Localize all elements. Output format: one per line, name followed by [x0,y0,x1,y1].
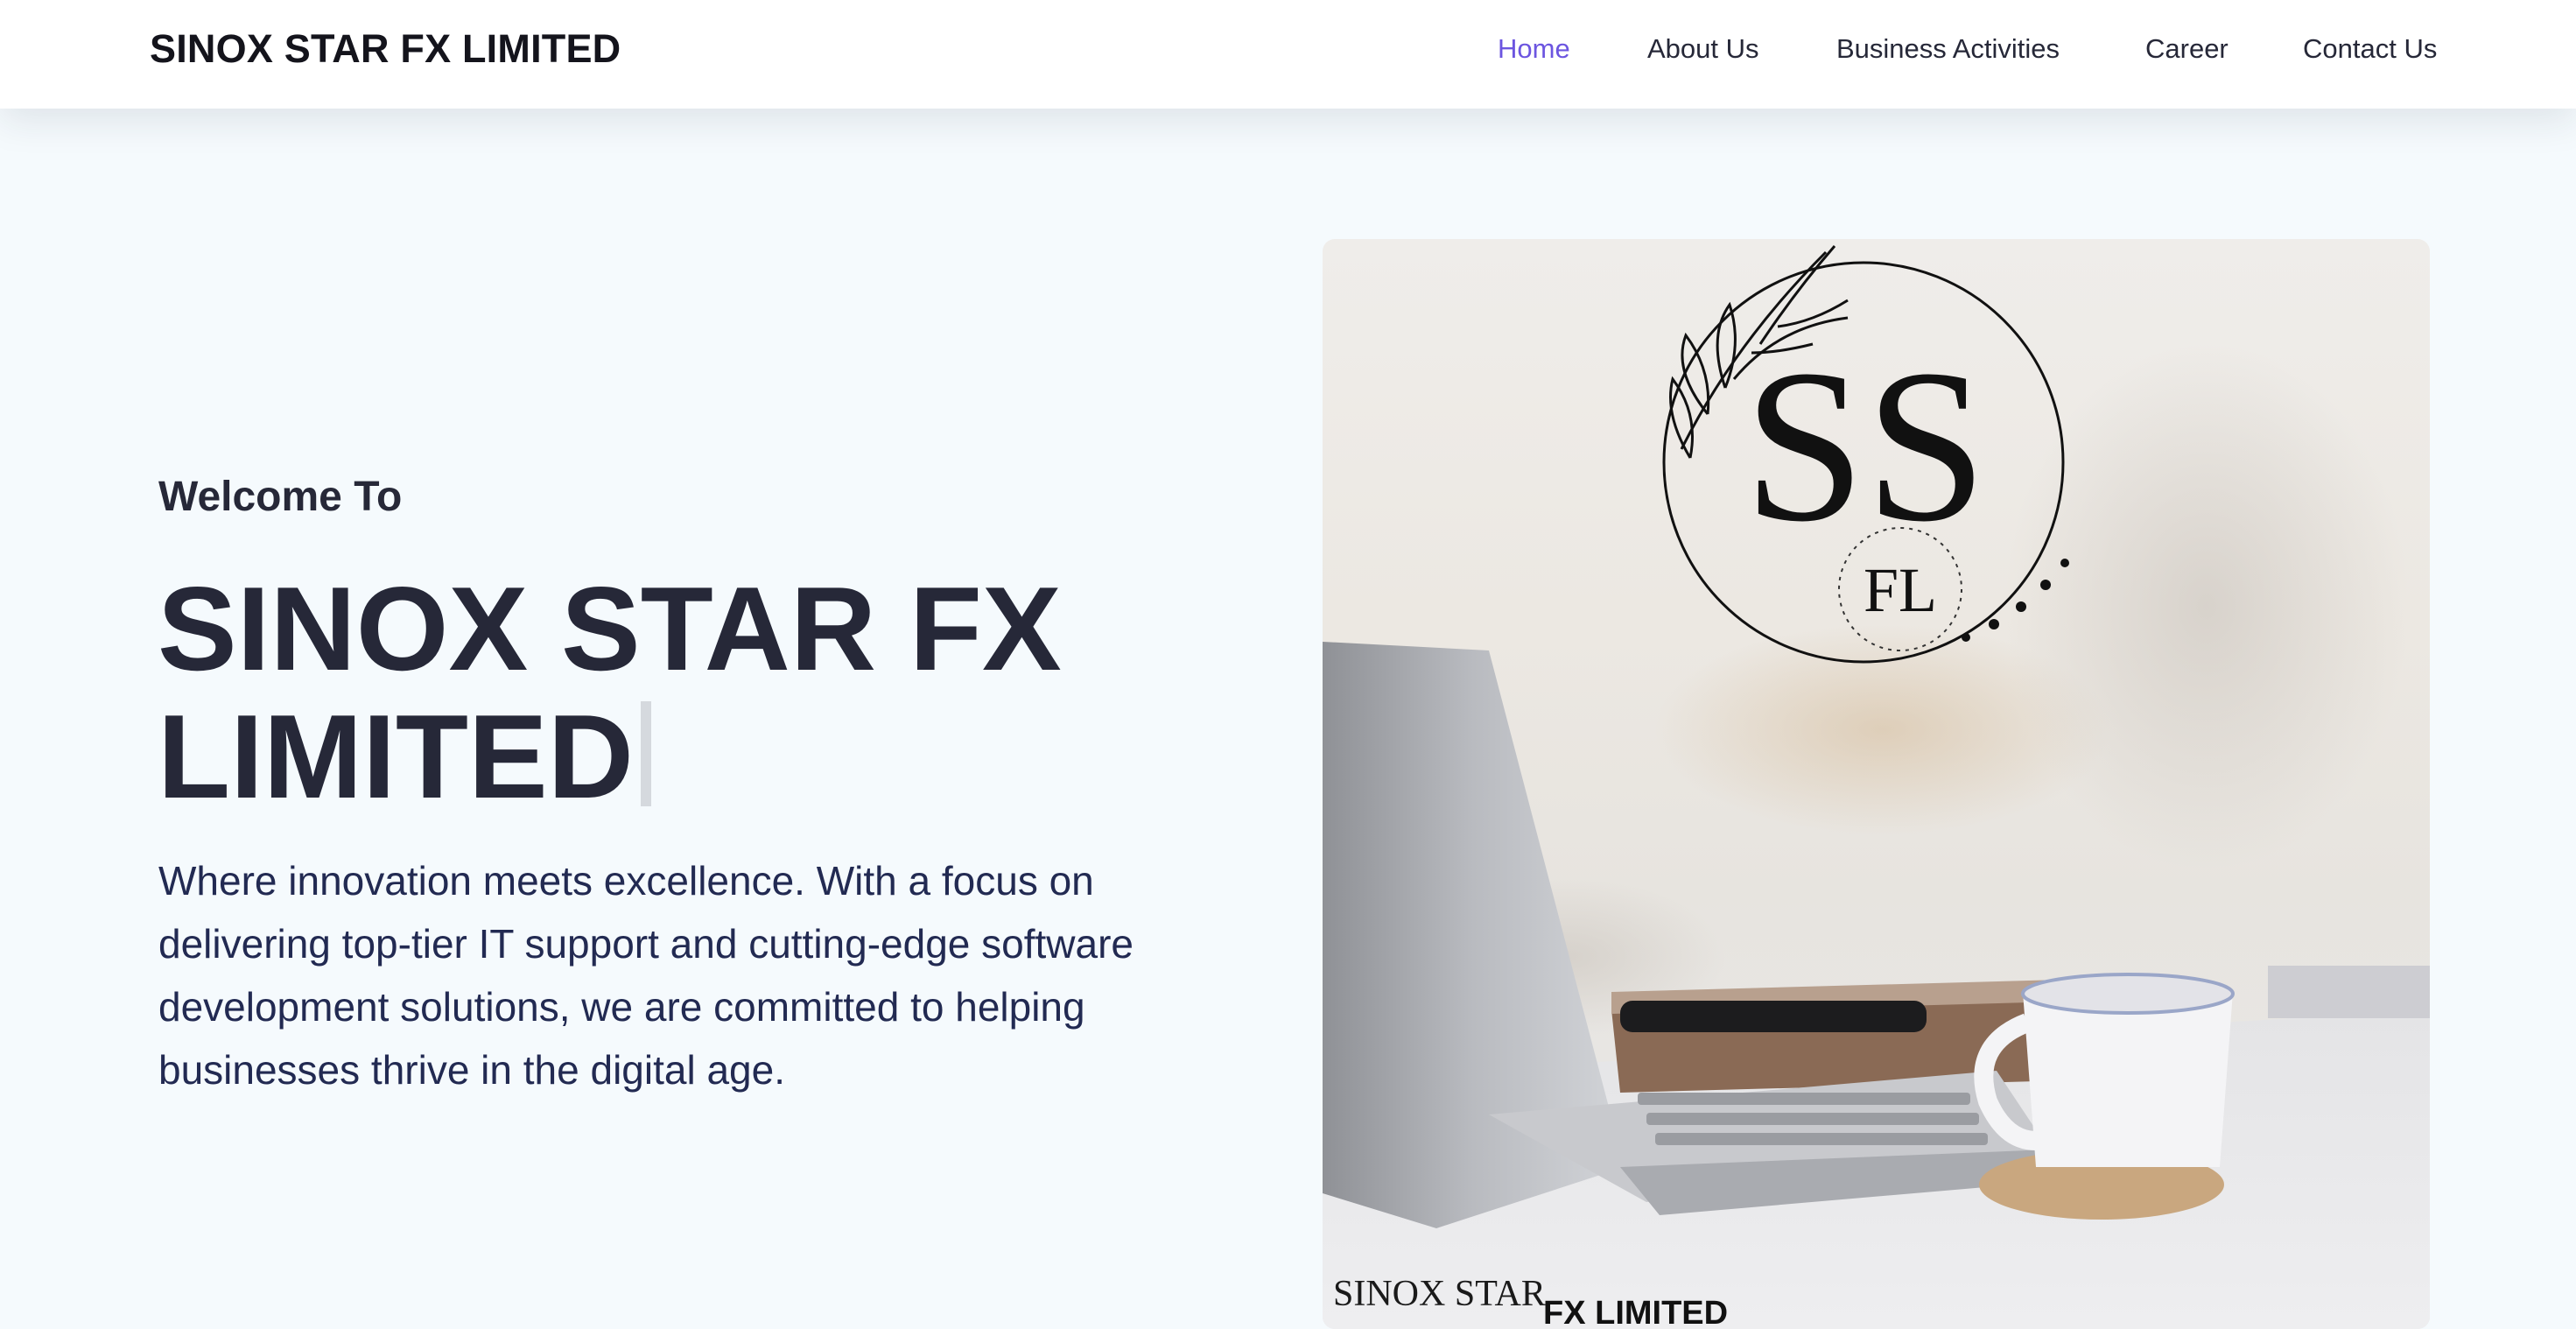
nav-contact-us[interactable]: Contact Us [2303,33,2437,65]
hero-welcome: Welcome To [158,474,403,520]
hero-title-text: SINOX STAR FX LIMITED [158,562,1062,823]
nav-business-activities[interactable]: Business Activities [1836,33,2060,65]
hero-title: SINOX STAR FX LIMITED [158,565,1295,820]
typing-cursor [640,701,651,806]
hero-photo: SS FL [1323,245,2430,1329]
logo-inner-letters: FL [1864,555,1937,625]
nav-about-us[interactable]: About Us [1647,33,1759,65]
logo-letters: SS [1744,325,1987,567]
cup-rim [2021,973,2235,1015]
image-caption-line1: SINOX STAR [1333,1274,1546,1314]
table-edge [2268,966,2430,1018]
main-nav: Home About Us Business Activities Career… [0,33,2576,72]
coffee-cup [2023,992,2233,1167]
hero-description: Where innovation meets excellence. With … [158,858,1134,1093]
nav-career[interactable]: Career [2145,33,2229,65]
nav-home[interactable]: Home [1498,33,1570,65]
top-navbar: SINOX STAR FX LIMITED Home About Us Busi… [0,0,2576,109]
image-caption-line2: FX LIMITED [1543,1295,1729,1329]
bokeh-shape [2005,344,2408,869]
pen [1620,1001,1927,1032]
laptop-keys [1638,1093,1988,1145]
hero-image: SS FL SINOX STAR FX LIMITED [1323,239,2430,1329]
